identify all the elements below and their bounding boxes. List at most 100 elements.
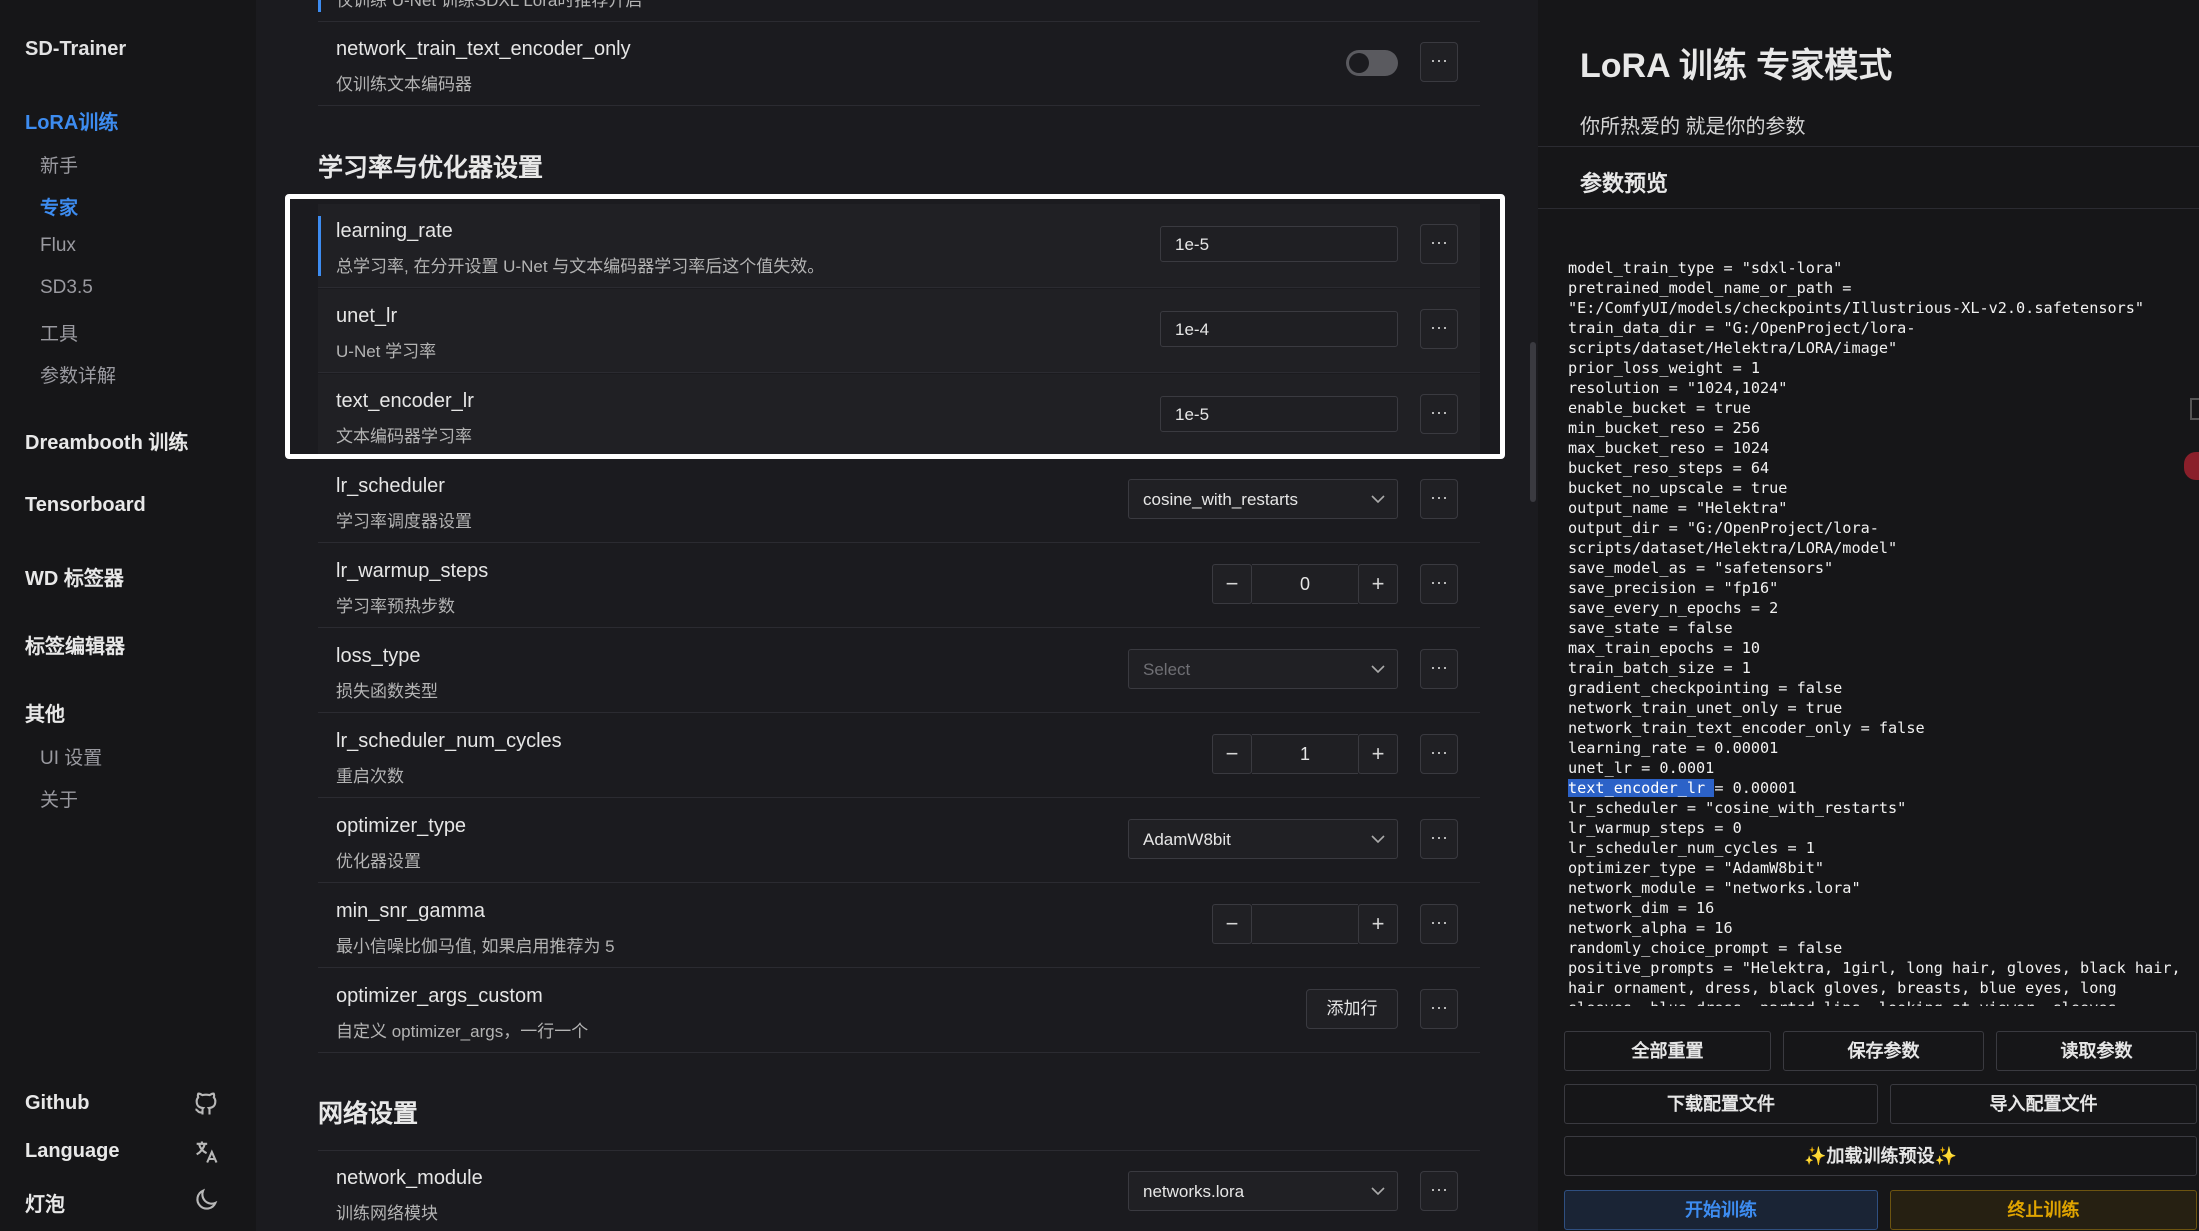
add-row-button[interactable]: 添加行 [1306, 989, 1398, 1029]
nav-item-ui-settings[interactable]: UI 设置 [40, 743, 102, 770]
nav-item-beginner[interactable]: 新手 [40, 151, 78, 178]
text-encoder-only-toggle[interactable] [1346, 50, 1398, 76]
panel-subtitle: 你所热爱的 就是你的参数 [1580, 116, 1806, 138]
decrement-button[interactable]: − [1212, 904, 1252, 944]
params-preview-code[interactable]: model_train_type = "sdxl-lora" pretrained… [1568, 258, 2194, 1006]
moon-icon[interactable] [192, 1186, 220, 1214]
setting-desc: 仅训练文本编码器 [336, 75, 472, 94]
nav-item-about[interactable]: 关于 [40, 785, 78, 812]
more-button[interactable]: ··· [1420, 904, 1458, 944]
nav-item-param-docs[interactable]: 参数详解 [40, 361, 116, 388]
stepper-value[interactable] [1252, 904, 1358, 944]
more-button[interactable]: ··· [1420, 479, 1458, 519]
setting-row-loss-type: loss_type 损失函数类型 Select ··· [318, 629, 1480, 713]
more-button[interactable]: ··· [1420, 42, 1458, 82]
code-line: positive_prompts = "Helektra, 1girl, lon… [1568, 959, 2181, 977]
more-button[interactable]: ··· [1420, 989, 1458, 1029]
lr-scheduler-select[interactable]: cosine_with_restarts [1128, 479, 1398, 519]
code-line: train_data_dir = "G:/OpenProject/lora- [1568, 319, 1916, 337]
more-button[interactable]: ··· [1420, 819, 1458, 859]
read-params-button[interactable]: 读取参数 [1996, 1031, 2197, 1071]
select-value: networks.lora [1143, 1182, 1245, 1201]
more-button[interactable]: ··· [1420, 224, 1458, 264]
setting-title: lr_scheduler [336, 475, 445, 497]
nav-group-dreambooth[interactable]: Dreambooth 训练 [25, 426, 188, 455]
nav-group-wd-tagger[interactable]: WD 标签器 [25, 562, 124, 591]
section-title-network: 网络设置 [318, 1100, 419, 1128]
theme-toggle[interactable]: 灯泡 [25, 1188, 65, 1217]
settings-main: 仅训练 U-Net 训练SDXL Lora时推荐开启 network_train… [256, 0, 1538, 1231]
more-button[interactable]: ··· [1420, 394, 1458, 434]
code-line: output_name = "Helektra" [1568, 499, 1788, 517]
text-encoder-lr-input[interactable]: 1e-5 [1160, 396, 1398, 432]
code-line: sleeves, blue dress, parted lips, lookin… [1568, 998, 2194, 1006]
toggle-knob [1349, 53, 1369, 73]
chevron-down-icon [1371, 665, 1385, 674]
more-button[interactable]: ··· [1420, 734, 1458, 774]
increment-button[interactable]: + [1358, 564, 1398, 604]
setting-row-optimizer-args-custom: optimizer_args_custom 自定义 optimizer_args… [318, 969, 1480, 1053]
more-button[interactable]: ··· [1420, 1171, 1458, 1211]
setting-row-optimizer-type: optimizer_type 优化器设置 AdamW8bit ··· [318, 799, 1480, 883]
save-params-button[interactable]: 保存参数 [1783, 1031, 1984, 1071]
panel-handle-icon[interactable] [2190, 398, 2199, 420]
setting-row-unet-lr: unet_lr U-Net 学习率 1e-4 ··· [318, 289, 1480, 373]
chevron-down-icon [1371, 835, 1385, 844]
nav-group-tensorboard[interactable]: Tensorboard [25, 494, 146, 517]
increment-button[interactable]: + [1358, 904, 1398, 944]
setting-title: text_encoder_lr [336, 390, 474, 412]
setting-row-lr-scheduler: lr_scheduler 学习率调度器设置 cosine_with_restar… [318, 459, 1480, 543]
decrement-button[interactable]: − [1212, 564, 1252, 604]
download-config-button[interactable]: 下载配置文件 [1564, 1084, 1878, 1124]
setting-row-network-module: network_module 训练网络模块 networks.lora ··· [318, 1150, 1480, 1231]
select-value: AdamW8bit [1143, 830, 1231, 849]
selected-text: text_encoder_lr [1568, 779, 1715, 797]
increment-button[interactable]: + [1358, 734, 1398, 774]
nav-item-tools[interactable]: 工具 [40, 319, 78, 346]
setting-title: network_train_text_encoder_only [336, 38, 631, 60]
more-button[interactable]: ··· [1420, 564, 1458, 604]
code-line: lr_warmup_steps = 0 [1568, 819, 1742, 837]
stepper-value[interactable]: 1 [1252, 734, 1358, 774]
load-preset-button[interactable]: ✨加载训练预设✨ [1564, 1136, 2197, 1176]
language-link[interactable]: Language [25, 1140, 119, 1163]
github-link[interactable]: Github [25, 1092, 89, 1115]
learning-rate-input[interactable]: 1e-5 [1160, 226, 1398, 262]
github-icon[interactable] [192, 1090, 220, 1118]
more-button[interactable]: ··· [1420, 649, 1458, 689]
nav-item-expert[interactable]: 专家 [40, 193, 78, 220]
nav-group-tag-editor[interactable]: 标签编辑器 [25, 630, 125, 659]
code-line: lr_scheduler_num_cycles = 1 [1568, 839, 1815, 857]
code-line: unet_lr = 0.0001 [1568, 759, 1715, 777]
chevron-down-icon [1371, 1187, 1385, 1196]
reset-all-button[interactable]: 全部重置 [1564, 1031, 1771, 1071]
loss-type-select[interactable]: Select [1128, 649, 1398, 689]
unet-lr-input[interactable]: 1e-4 [1160, 311, 1398, 347]
code-line: "E:/ComfyUI/models/checkpoints/Illustrio… [1568, 299, 2145, 317]
more-button[interactable]: ··· [1420, 309, 1458, 349]
code-line: network_alpha = 16 [1568, 919, 1733, 937]
network-module-select[interactable]: networks.lora [1128, 1171, 1398, 1211]
start-training-button[interactable]: 开始训练 [1564, 1190, 1878, 1230]
nav-item-flux[interactable]: Flux [40, 235, 76, 257]
code-line: pretrained_model_name_or_path = [1568, 279, 1852, 297]
stop-training-button[interactable]: 终止训练 [1890, 1190, 2197, 1230]
setting-desc: 学习率调度器设置 [336, 512, 472, 531]
main-scrollbar[interactable] [1530, 342, 1536, 502]
stepper-value[interactable]: 0 [1252, 564, 1358, 604]
import-config-button[interactable]: 导入配置文件 [1890, 1084, 2197, 1124]
setting-title: loss_type [336, 645, 421, 667]
code-line: bucket_reso_steps = 64 [1568, 459, 1770, 477]
section-title-lr-optimizer: 学习率与优化器设置 [318, 154, 544, 182]
app-brand[interactable]: SD-Trainer [25, 38, 126, 61]
optimizer-type-select[interactable]: AdamW8bit [1128, 819, 1398, 859]
code-line: output_dir = "G:/OpenProject/lora- [1568, 519, 1879, 537]
nav-item-sd35[interactable]: SD3.5 [40, 277, 93, 299]
min-snr-gamma-stepper: − + [1212, 904, 1398, 944]
nav-group-other[interactable]: 其他 [25, 698, 65, 727]
translate-icon[interactable] [192, 1138, 220, 1166]
decrement-button[interactable]: − [1212, 734, 1252, 774]
nav-group-lora[interactable]: LoRA训练 [25, 106, 118, 135]
code-line: prior_loss_weight = 1 [1568, 359, 1761, 377]
floating-badge-icon[interactable] [2184, 452, 2199, 480]
